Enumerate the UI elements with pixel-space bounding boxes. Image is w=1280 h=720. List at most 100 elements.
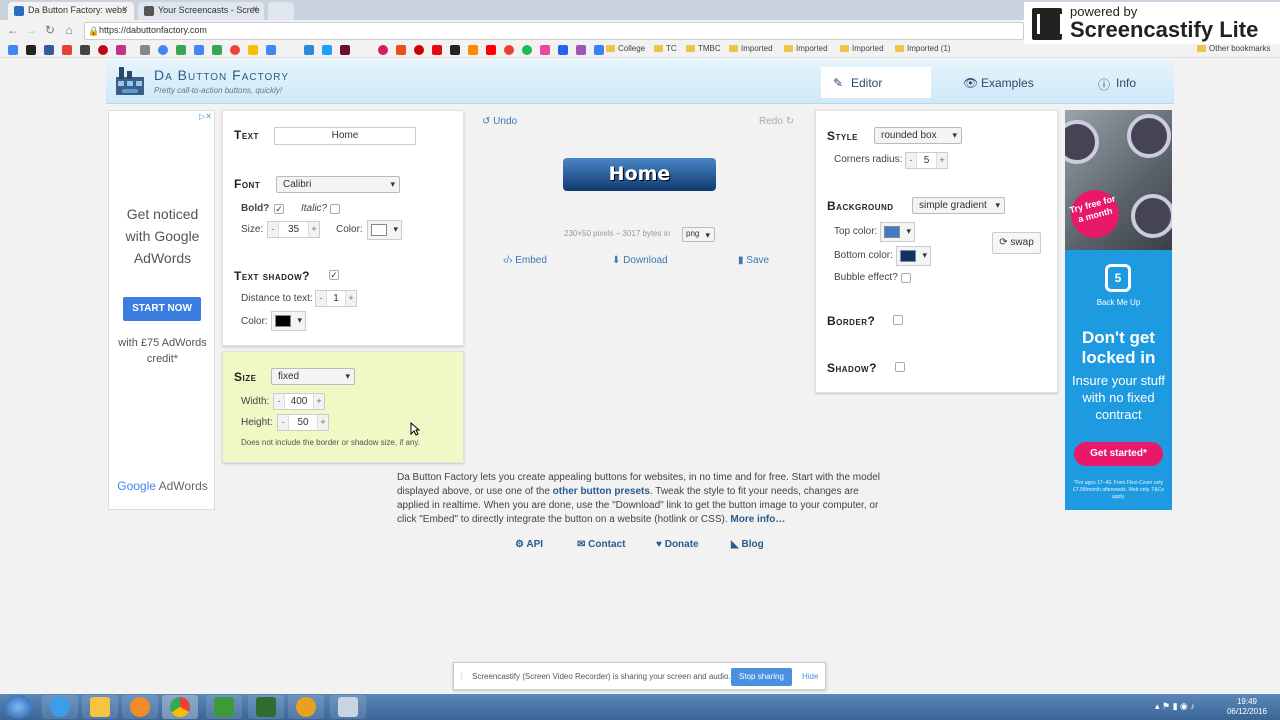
factory-logo-icon[interactable] [114,65,146,97]
taskbar-app[interactable] [330,695,366,719]
home-icon[interactable]: ⌂ [62,23,76,37]
swap-colors-button[interactable]: ⟳ swap [992,232,1041,254]
forward-icon[interactable]: → [24,23,38,37]
text-shadow-checkbox[interactable]: ✓ [329,270,339,280]
bookmark-icon[interactable] [62,45,72,55]
bookmark-icon[interactable] [304,45,314,55]
bookmark-icon[interactable] [594,45,604,55]
start-button[interactable] [4,695,32,719]
font-size-stepper[interactable]: - 35 + [267,221,320,238]
background-select[interactable]: simple gradient [912,197,1005,214]
bookmark-folder-imported[interactable]: Imported [729,44,773,53]
bookmark-icon[interactable] [322,45,332,55]
hide-button[interactable]: Hide [802,672,818,681]
text-color-picker[interactable] [367,220,402,240]
button-preview[interactable]: Home [563,158,716,191]
bookmark-icon[interactable] [26,45,36,55]
bookmark-pinterest-icon[interactable] [98,45,108,55]
increment-button[interactable]: + [313,394,324,409]
bookmark-icon[interactable] [558,45,568,55]
bookmark-icon[interactable] [140,45,150,55]
bookmark-icon[interactable] [540,45,550,55]
size-mode-select[interactable]: fixed [271,368,355,385]
drag-handle-icon[interactable]: ⁞ [460,671,463,681]
bold-checkbox[interactable]: ✓ [274,204,284,214]
decrement-button[interactable]: - [278,415,289,430]
backmeup-ad[interactable]: Try free for a month 5 Back Me Up Don't … [1065,110,1172,510]
system-clock[interactable]: 19:49 06/12/2016 [1222,697,1272,717]
bookmark-folder-tc[interactable]: TC [654,44,677,53]
increment-button[interactable]: + [317,415,328,430]
taskbar-media[interactable] [122,695,158,719]
bookmark-facebook-icon[interactable] [44,45,54,55]
bookmark-icon[interactable] [468,45,478,55]
font-select[interactable]: Calibri [276,176,400,193]
back-icon[interactable]: ← [6,23,20,37]
bookmark-folder-imported[interactable]: Imported [784,44,828,53]
bookmark-icon[interactable] [504,45,514,55]
presets-link[interactable]: other button presets [553,486,650,497]
shadow-color-picker[interactable] [271,311,306,331]
bookmark-google-icon[interactable] [158,45,168,55]
reload-icon[interactable]: ↻ [43,23,57,37]
decrement-button[interactable]: - [906,153,917,168]
embed-link[interactable]: ‹/› Embed [503,255,547,266]
url-input[interactable]: 🔒 https://dabuttonfactory.com [84,22,1024,40]
bookmark-youtube-icon[interactable] [486,45,496,55]
decrement-button[interactable]: - [316,291,327,306]
bookmark-icon[interactable] [378,45,388,55]
increment-button[interactable]: + [345,291,356,306]
blog-link[interactable]: ◣ Blog [731,539,764,550]
bookmark-folder-imported-1[interactable]: Imported (1) [895,44,951,53]
height-stepper[interactable]: - 50 + [277,414,329,431]
format-select[interactable]: png [682,227,715,242]
get-started-button[interactable]: Get started* [1074,442,1163,466]
bookmark-folder-tmbc[interactable]: TMBC [686,44,721,53]
style-select[interactable]: rounded box [874,127,962,144]
bookmark-icon[interactable] [80,45,90,55]
border-checkbox[interactable] [893,315,903,325]
decrement-button[interactable]: - [268,222,279,237]
tray-icons[interactable]: ▴ ⚑ ▮ ◉ ♪ [1155,701,1195,712]
corners-stepper[interactable]: - 5 + [905,152,948,169]
close-tab-icon[interactable]: × [252,4,258,15]
tab-dabuttonfactory[interactable]: Da Button Factory: webs × [8,2,134,20]
contact-link[interactable]: ✉ Contact [577,539,625,550]
taskbar-ie[interactable] [42,695,78,719]
bookmark-icon[interactable] [230,45,240,55]
start-now-button[interactable]: START NOW [123,297,201,321]
bubble-effect-checkbox[interactable] [901,273,911,283]
bookmark-drive-icon[interactable] [248,45,258,55]
nav-info[interactable]: ⓘ Info [1086,67,1166,98]
top-color-picker[interactable] [880,222,915,242]
more-info-link[interactable]: More info… [730,514,785,525]
bookmark-icon[interactable] [340,45,350,55]
nav-examples[interactable]: 👁 Examples [951,67,1061,98]
bookmark-icon[interactable] [266,45,276,55]
ad-choices-icon[interactable]: ▷✕ [199,112,212,121]
taskbar-dreamweaver[interactable] [248,695,284,719]
bookmark-spotify-icon[interactable] [522,45,532,55]
taskbar-explorer[interactable] [82,695,118,719]
nav-editor[interactable]: ✎ Editor [821,67,931,98]
donate-link[interactable]: ♥ Donate [656,539,699,550]
taskbar-chrome[interactable] [162,695,198,719]
tab-screencasts[interactable]: Your Screencasts - Scree × [138,2,264,20]
bookmark-instagram-icon[interactable] [116,45,126,55]
text-input[interactable]: Home [274,127,416,145]
bookmark-icon[interactable] [176,45,186,55]
bookmark-icon[interactable] [414,45,424,55]
bookmark-amazon-icon[interactable] [450,45,460,55]
bookmark-icon[interactable] [396,45,406,55]
increment-button[interactable]: + [308,222,319,237]
bookmark-folder-college[interactable]: College [606,44,645,53]
bookmark-apps-icon[interactable] [8,45,18,55]
new-tab-button[interactable] [268,2,294,20]
other-bookmarks-folder[interactable]: Other bookmarks [1197,44,1270,53]
italic-checkbox[interactable] [330,204,340,214]
shadow-distance-stepper[interactable]: - 1 + [315,290,357,307]
bookmark-folder-imported[interactable]: Imported [840,44,884,53]
download-link[interactable]: ⬇ Download [612,255,668,266]
google-adwords-ad[interactable]: ▷✕ Get noticed with Google AdWords START… [108,110,215,510]
taskbar-app[interactable] [288,695,324,719]
